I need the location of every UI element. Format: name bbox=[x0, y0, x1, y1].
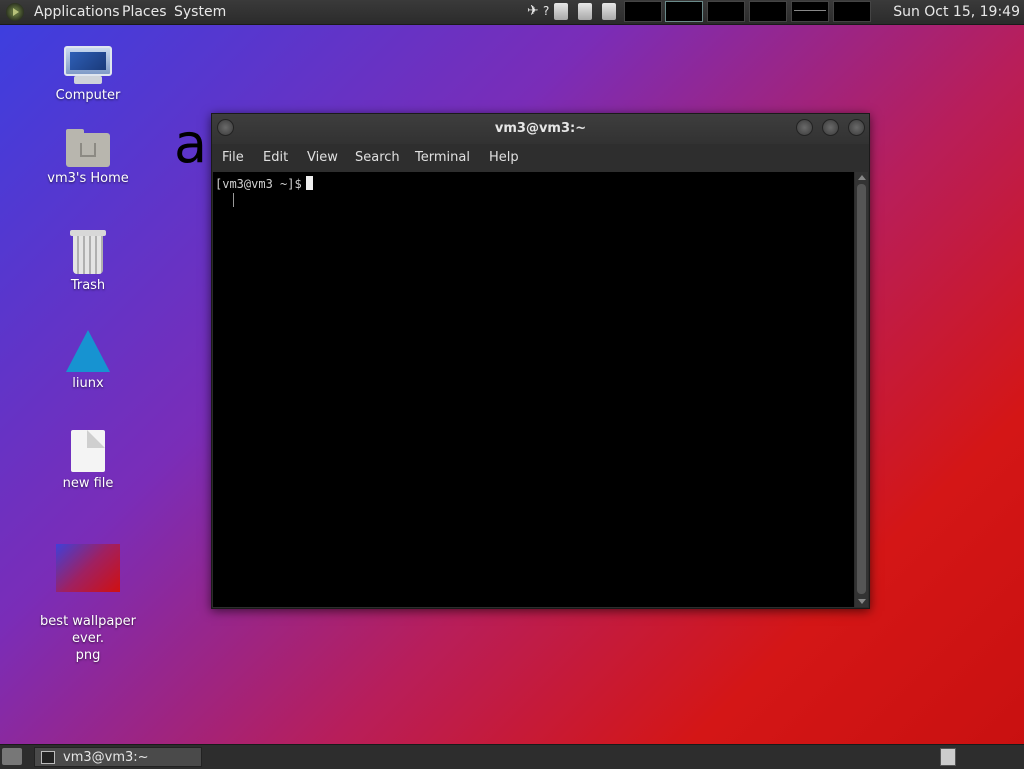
menu-help[interactable]: Help bbox=[489, 150, 519, 165]
close-button[interactable] bbox=[848, 119, 865, 136]
menu-file[interactable]: File bbox=[222, 150, 244, 165]
trash-applet-icon[interactable] bbox=[578, 3, 592, 20]
desktop-icon-label: best wallpaper ever. png bbox=[40, 614, 136, 663]
desktop-icon-home[interactable]: vm3's Home bbox=[33, 129, 143, 186]
desktop-icon-new-file[interactable]: new file bbox=[33, 430, 143, 491]
trash-applet-icon[interactable] bbox=[602, 3, 616, 20]
image-thumbnail-icon bbox=[56, 544, 120, 592]
desktop-icon-label: new file bbox=[62, 476, 114, 491]
trash-icon bbox=[70, 230, 106, 274]
desktop-icon-wallpaper[interactable]: best wallpaper ever. png bbox=[33, 527, 143, 681]
taskbar-item-terminal[interactable]: vm3@vm3:~ bbox=[34, 747, 202, 767]
workspace-2[interactable] bbox=[665, 1, 703, 22]
workspace-1[interactable] bbox=[624, 1, 662, 22]
terminal-menubar: File Edit View Search Terminal Help bbox=[212, 144, 869, 172]
window-title: vm3@vm3:~ bbox=[494, 121, 587, 136]
desktop-icon-computer[interactable]: Computer bbox=[33, 46, 143, 103]
system-menu[interactable]: System bbox=[174, 4, 226, 20]
workspace-4[interactable] bbox=[749, 1, 787, 22]
menu-terminal[interactable]: Terminal bbox=[415, 150, 470, 165]
places-menu[interactable]: Places bbox=[122, 4, 167, 20]
terminal-area[interactable]: [vm3@vm3 ~]$ bbox=[213, 172, 854, 607]
text-cursor bbox=[305, 176, 313, 190]
network-icon[interactable]: ✈ bbox=[527, 3, 539, 19]
desktop-text: a bbox=[174, 112, 208, 175]
help-icon[interactable]: ? bbox=[543, 4, 549, 18]
shell-prompt: [vm3@vm3 ~]$ bbox=[215, 177, 302, 191]
maximize-button[interactable] bbox=[822, 119, 839, 136]
applications-menu[interactable]: Applications bbox=[34, 4, 120, 20]
scroll-up-arrow-icon[interactable] bbox=[858, 175, 866, 180]
file-icon bbox=[71, 430, 105, 472]
minimize-button[interactable] bbox=[796, 119, 813, 136]
terminal-window[interactable]: vm3@vm3:~ File Edit View Search Terminal… bbox=[211, 113, 870, 609]
home-folder-icon bbox=[66, 129, 110, 167]
title-bar[interactable]: vm3@vm3:~ bbox=[212, 114, 869, 144]
terminal-icon bbox=[41, 751, 55, 764]
menu-search[interactable]: Search bbox=[355, 150, 400, 165]
workspace-5[interactable] bbox=[791, 1, 829, 22]
computer-icon bbox=[64, 46, 112, 84]
desktop-icon-label: Trash bbox=[70, 278, 106, 293]
workspace-switcher-icon[interactable] bbox=[940, 748, 956, 766]
show-desktop-icon[interactable] bbox=[2, 748, 22, 765]
scrollbar[interactable] bbox=[855, 172, 868, 607]
workspace-3[interactable] bbox=[707, 1, 745, 22]
menu-view[interactable]: View bbox=[307, 150, 338, 165]
top-panel: Applications Places System ✈ ? Sun Oct 1… bbox=[0, 0, 1024, 25]
desktop-icon-label: Computer bbox=[55, 88, 121, 103]
main-menu-icon[interactable] bbox=[6, 3, 24, 21]
mouse-ibeam-icon bbox=[233, 193, 236, 207]
taskbar-item-label: vm3@vm3:~ bbox=[63, 750, 149, 765]
trash-applet-icon[interactable] bbox=[554, 3, 568, 20]
bottom-panel: vm3@vm3:~ bbox=[0, 744, 1024, 769]
desktop-icon-label: liunx bbox=[72, 376, 104, 391]
desktop-icon-trash[interactable]: Trash bbox=[33, 230, 143, 293]
arch-linux-icon bbox=[66, 330, 110, 372]
clock[interactable]: Sun Oct 15, 19:49 bbox=[893, 4, 1020, 20]
scrollbar-thumb[interactable] bbox=[857, 184, 866, 594]
workspace-6[interactable] bbox=[833, 1, 871, 22]
desktop-icon-label: vm3's Home bbox=[47, 171, 129, 186]
scroll-down-arrow-icon[interactable] bbox=[858, 599, 866, 604]
desktop-icon-liunx[interactable]: liunx bbox=[33, 330, 143, 391]
menu-edit[interactable]: Edit bbox=[263, 150, 288, 165]
